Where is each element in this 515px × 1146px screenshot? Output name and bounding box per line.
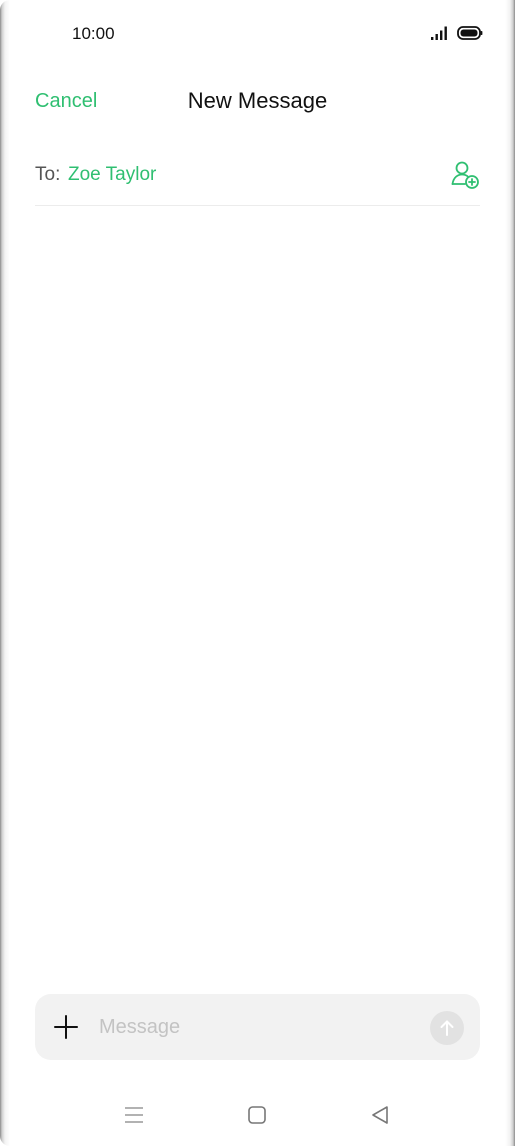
battery-icon — [457, 26, 483, 40]
to-label: To: — [35, 164, 61, 185]
back-icon[interactable] — [368, 1103, 392, 1127]
recipient-row: To: Zoe Taylor — [35, 148, 480, 206]
status-time: 10:00 — [72, 24, 115, 43]
compose-bar — [35, 994, 480, 1060]
screen-edge-right — [505, 0, 515, 1146]
cancel-button[interactable]: Cancel — [35, 90, 97, 113]
message-input[interactable] — [99, 1012, 419, 1042]
add-contact-icon[interactable] — [450, 160, 480, 190]
send-arrow-icon — [440, 1020, 454, 1036]
plus-icon[interactable] — [53, 1014, 79, 1040]
header: New Message Cancel — [0, 80, 515, 124]
home-icon[interactable] — [245, 1103, 269, 1127]
screen-edge-left — [0, 0, 10, 1146]
recipient-chip[interactable]: Zoe Taylor — [68, 164, 156, 186]
phone-screen: 10:00 New Message Cancel To: Zoe Taylor — [0, 0, 515, 1146]
menu-icon[interactable] — [122, 1103, 146, 1127]
status-bar: 10:00 — [0, 0, 515, 68]
send-button[interactable] — [430, 1011, 464, 1045]
signal-icon — [431, 26, 447, 40]
navigation-bar — [0, 1090, 515, 1140]
